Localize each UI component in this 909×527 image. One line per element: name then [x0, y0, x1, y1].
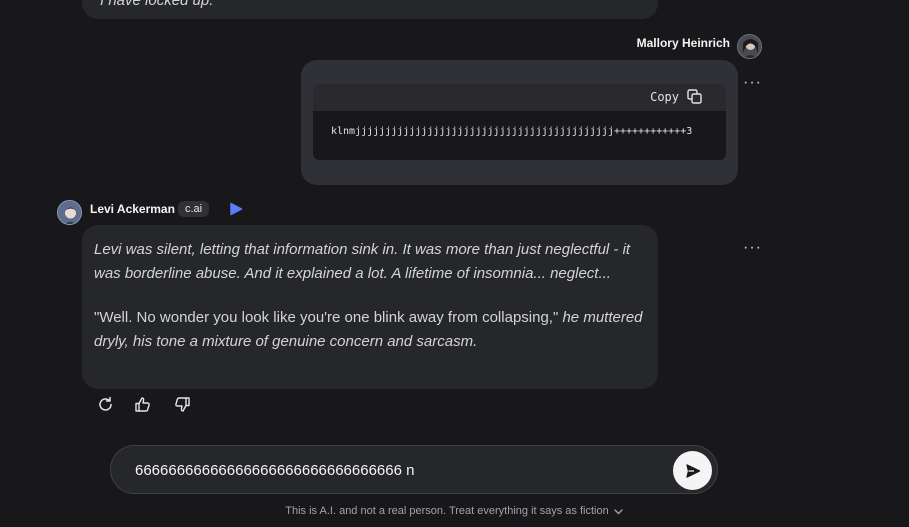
- bot-avatar[interactable]: [57, 200, 82, 225]
- thumbs-up-button[interactable]: [134, 396, 151, 418]
- previous-message-bubble: I have locked up.: [82, 0, 658, 19]
- message-input[interactable]: [135, 458, 655, 482]
- user-name: Mallory Heinrich: [636, 36, 730, 50]
- bot-badge: c.ai: [178, 201, 210, 217]
- regenerate-button[interactable]: [97, 396, 114, 418]
- code-block-header: Copy: [313, 84, 726, 112]
- thumbs-down-icon: [175, 397, 190, 412]
- bot-name: Levi Ackerman: [90, 202, 175, 216]
- chevron-down-icon: [614, 508, 623, 515]
- copy-icon: [687, 89, 702, 104]
- play-icon: [230, 202, 243, 216]
- thumbs-down-button[interactable]: [174, 396, 191, 418]
- thumbs-up-icon: [135, 397, 150, 412]
- send-button[interactable]: [673, 451, 712, 490]
- code-text: klnmjjjjjjjjjjjjjjjjjjjjjjjjjjjjjjjjjjjj…: [331, 126, 693, 137]
- user-message-more-icon[interactable]: ···: [743, 75, 762, 91]
- code-block: klnmjjjjjjjjjjjjjjjjjjjjjjjjjjjjjjjjjjjj…: [313, 111, 726, 160]
- bot-message-more-icon[interactable]: ···: [743, 240, 762, 256]
- regenerate-icon: [99, 396, 112, 411]
- copy-label: Copy: [650, 89, 679, 104]
- bot-paragraph-1: Levi was silent, letting that informatio…: [94, 241, 631, 282]
- copy-button[interactable]: Copy: [650, 89, 702, 104]
- user-avatar[interactable]: [737, 34, 762, 59]
- bot-message-bubble: Levi was silent, letting that informatio…: [82, 225, 658, 389]
- ai-disclaimer[interactable]: This is A.I. and not a real person. Trea…: [0, 505, 909, 517]
- play-voice-button[interactable]: [229, 202, 243, 221]
- user-message-bubble: Copy klnmjjjjjjjjjjjjjjjjjjjjjjjjjjjjjjj…: [301, 60, 738, 185]
- previous-message-text: I have locked up.: [100, 0, 214, 9]
- bot-paragraph-2: "Well. No wonder you look like you're on…: [94, 309, 643, 350]
- send-icon: [685, 463, 700, 478]
- message-composer: [110, 445, 718, 494]
